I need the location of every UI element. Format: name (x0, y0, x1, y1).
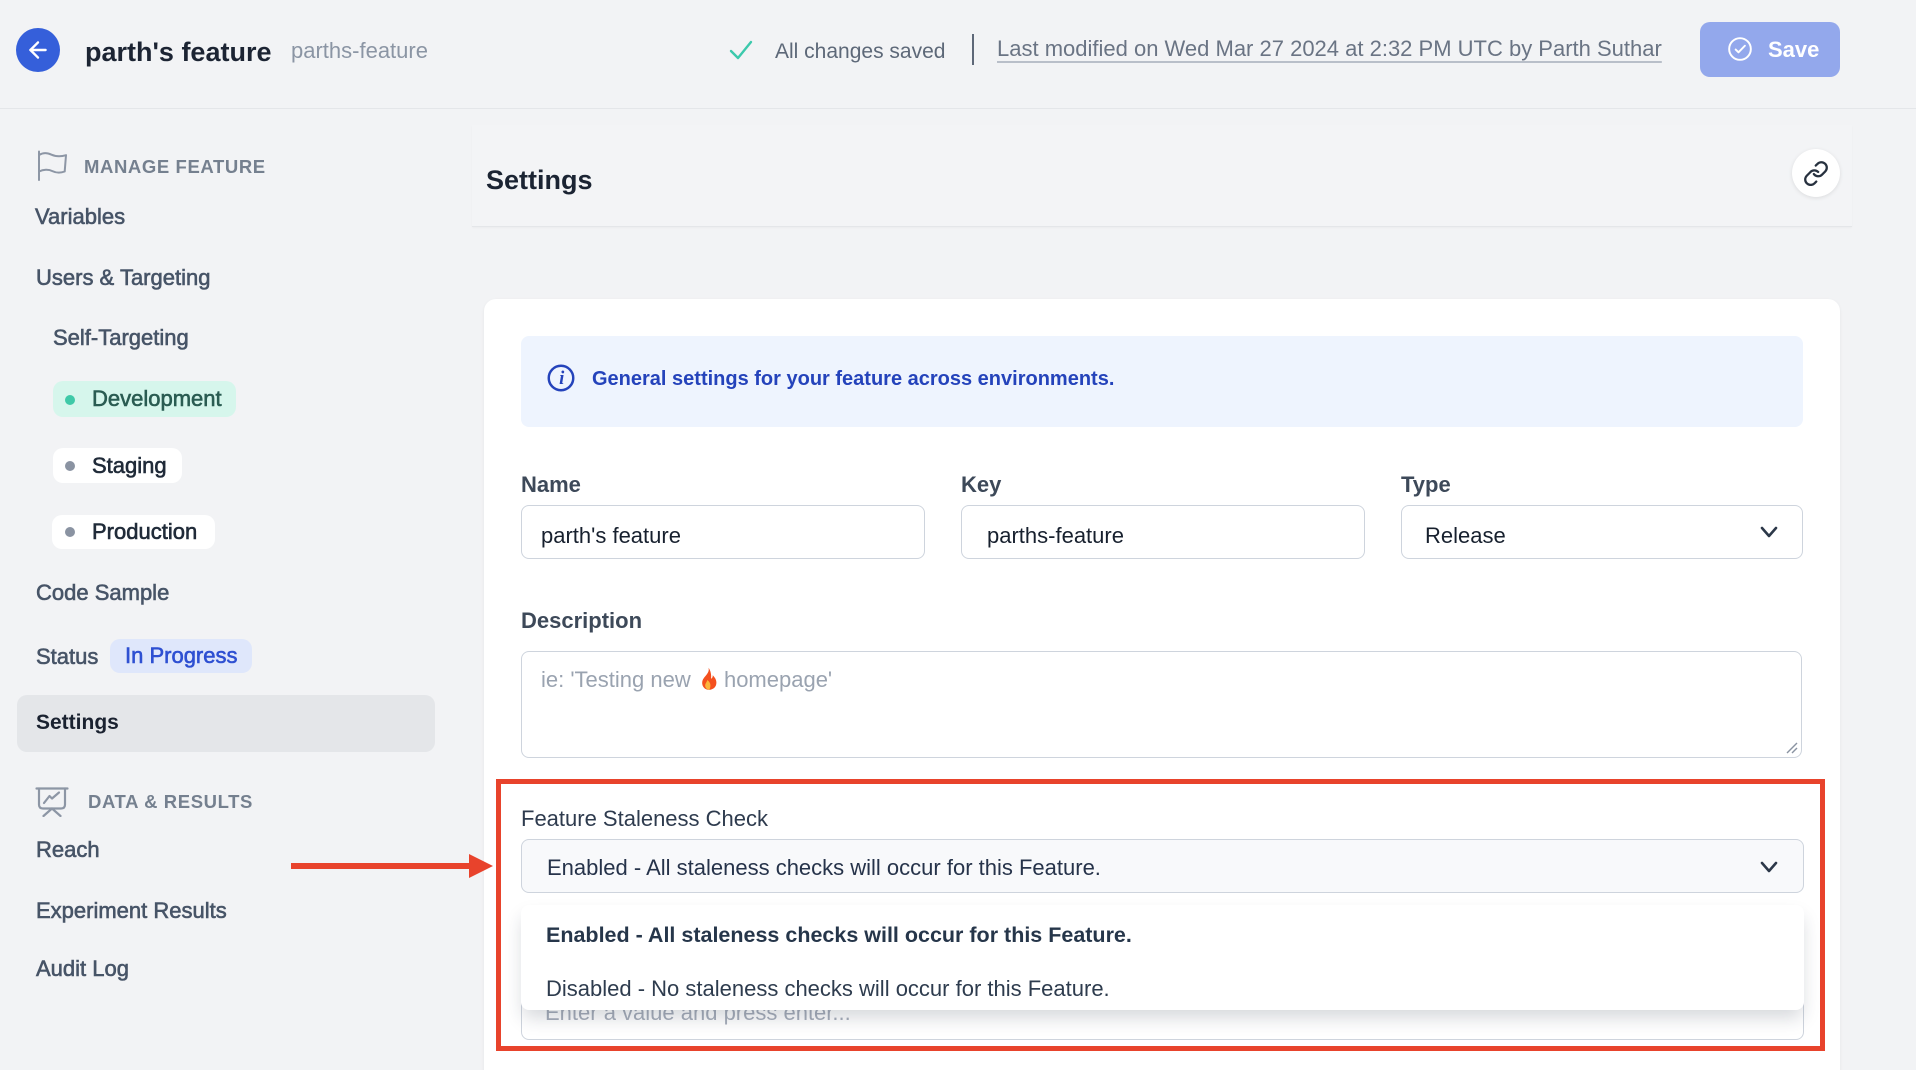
svg-text:i: i (559, 368, 565, 389)
